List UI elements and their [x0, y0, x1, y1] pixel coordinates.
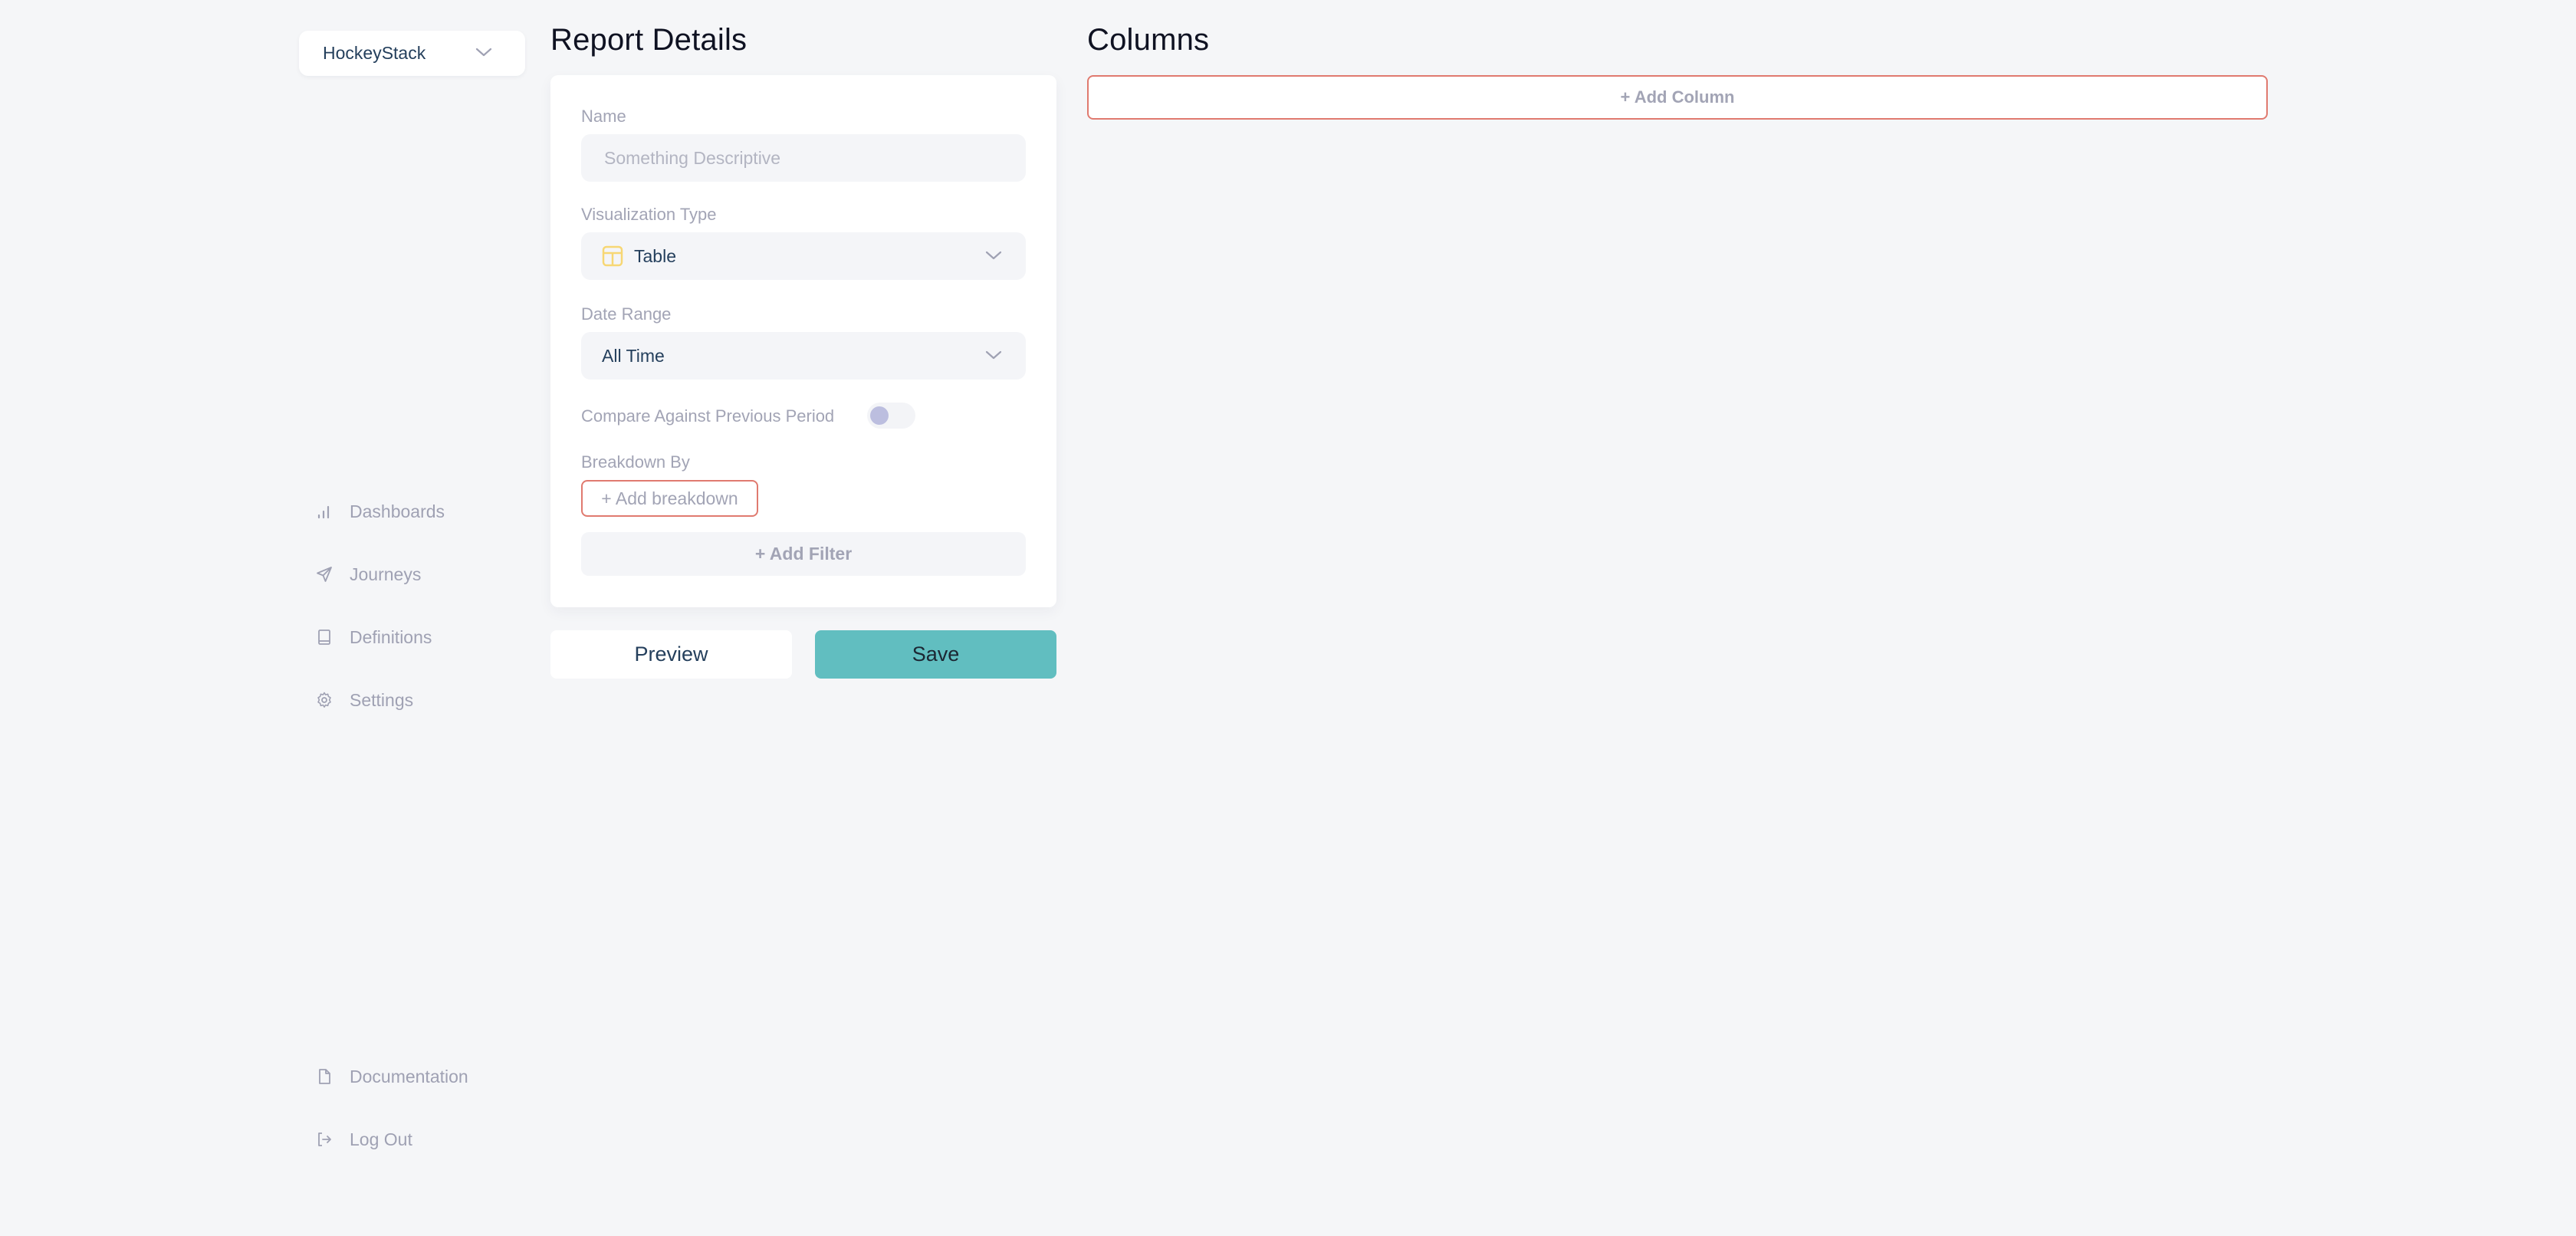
toggle-knob [870, 406, 889, 425]
chevron-down-icon [985, 251, 1002, 260]
save-button[interactable]: Save [815, 630, 1056, 679]
visualization-type-label: Visualization Type [581, 205, 717, 224]
date-range-select[interactable]: All Time [581, 332, 1026, 380]
sidebar-item-label: Journeys [350, 564, 422, 584]
sidebar-item-definitions[interactable]: Definitions [314, 622, 432, 653]
name-input[interactable] [581, 147, 1026, 169]
bar-chart-icon [314, 501, 334, 521]
report-details-title: Report Details [550, 23, 748, 57]
columns-title: Columns [1087, 23, 1210, 57]
add-filter-button[interactable]: + Add Filter [581, 532, 1026, 576]
name-label: Name [581, 107, 626, 126]
visualization-type-select[interactable]: Table [581, 232, 1026, 280]
date-range-label: Date Range [581, 304, 672, 324]
sidebar-item-label: Documentation [350, 1066, 468, 1086]
breakdown-label: Breakdown By [581, 452, 690, 472]
date-range-value: All Time [602, 345, 665, 366]
visualization-type-value: Table [634, 245, 676, 266]
sidebar-item-documentation[interactable]: Documentation [314, 1061, 468, 1092]
add-column-button[interactable]: + Add Column [1087, 75, 2268, 120]
sidebar-item-label: Settings [350, 689, 414, 710]
gear-icon [314, 690, 334, 710]
compare-toggle[interactable] [867, 403, 915, 429]
chevron-down-icon [985, 350, 1002, 360]
sidebar-item-logout[interactable]: Log Out [314, 1124, 412, 1155]
sidebar-item-label: Definitions [350, 626, 432, 647]
workspace-name: HockeyStack [323, 43, 426, 63]
table-icon [602, 245, 623, 267]
sidebar-item-settings[interactable]: Settings [314, 685, 413, 715]
book-icon [314, 627, 334, 647]
workspace-selector[interactable]: HockeyStack [299, 31, 525, 76]
sidebar-item-journeys[interactable]: Journeys [314, 559, 421, 590]
sidebar-item-dashboards[interactable]: Dashboards [314, 496, 445, 527]
send-icon [314, 564, 334, 584]
sidebar-item-label: Log Out [350, 1129, 412, 1149]
chevron-down-icon [475, 48, 492, 57]
document-icon [314, 1067, 334, 1086]
logout-icon [314, 1129, 334, 1149]
sidebar-item-label: Dashboards [350, 501, 445, 521]
name-field[interactable] [581, 134, 1026, 182]
preview-button[interactable]: Preview [550, 630, 792, 679]
compare-label: Compare Against Previous Period [581, 406, 835, 426]
add-breakdown-button[interactable]: + Add breakdown [581, 480, 758, 517]
